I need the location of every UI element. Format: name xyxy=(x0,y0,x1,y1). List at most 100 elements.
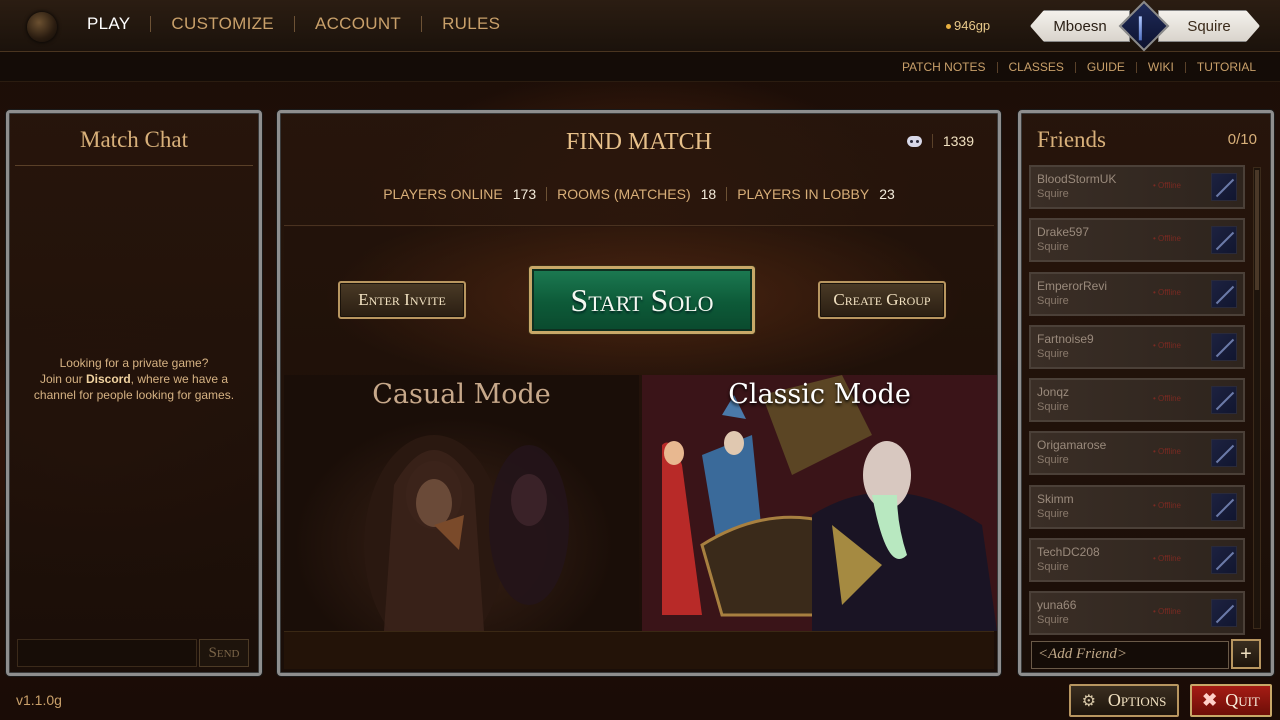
friend-status: • Offline xyxy=(1153,500,1182,510)
match-chat-panel: Match Chat Looking for a private game? J… xyxy=(6,110,262,676)
discord-icon xyxy=(906,135,922,147)
discord-count-value: 1339 xyxy=(942,133,974,149)
version-label: v1.1.0g xyxy=(16,692,62,708)
find-match-title: FIND MATCH xyxy=(565,129,712,155)
profile-class[interactable]: Squire xyxy=(1158,10,1260,42)
chat-title: Match Chat xyxy=(80,127,188,152)
friend-item[interactable]: BloodStormUK Squire • Offline xyxy=(1029,165,1245,209)
friends-panel: Friends 0/10 BloodStormUK Squire • Offli… xyxy=(1018,110,1274,676)
friend-class: Squire xyxy=(1037,401,1069,414)
classic-mode-title: Classic Mode xyxy=(728,379,911,410)
discord-member-count[interactable]: 1339 xyxy=(906,133,974,149)
friend-status: • Offline xyxy=(1153,394,1182,404)
nav-divider xyxy=(293,16,295,32)
create-group-button[interactable]: Create Group xyxy=(818,281,946,319)
casual-mode-card[interactable]: Casual Mode xyxy=(284,375,639,631)
logo-orb-icon[interactable] xyxy=(27,12,57,42)
chat-msg-line2-pre: Join our xyxy=(39,372,86,386)
start-solo-button[interactable]: Start Solo xyxy=(529,266,755,334)
chat-msg-line2-post: , where we have a xyxy=(130,372,229,386)
nav-divider xyxy=(150,16,152,32)
mode-bottom-bar xyxy=(284,631,994,669)
nav-customize[interactable]: CUSTOMIZE xyxy=(171,14,274,34)
friends-online-count: 0/10 xyxy=(1227,131,1257,148)
link-guide[interactable]: GUIDE xyxy=(1087,60,1125,74)
sub-nav: PATCH NOTES CLASSES GUIDE WIKI TUTORIAL xyxy=(902,60,1256,74)
scrollbar-thumb[interactable] xyxy=(1255,170,1259,290)
friends-list: BloodStormUK Squire • Offline Drake597 S… xyxy=(1029,165,1249,645)
friend-class: Squire xyxy=(1037,294,1069,307)
friend-class: Squire xyxy=(1037,507,1069,520)
sword-icon xyxy=(1211,492,1237,521)
main-nav: PLAY CUSTOMIZE ACCOUNT RULES xyxy=(87,14,500,34)
chat-msg-line2: Join our Discord, where we have a xyxy=(17,371,251,387)
friends-title: Friends xyxy=(1037,127,1106,152)
gear-icon: ⚙ xyxy=(1081,692,1096,710)
friend-class: Squire xyxy=(1037,241,1069,254)
sword-icon xyxy=(1211,546,1237,575)
classic-mode-art xyxy=(642,375,997,631)
classic-mode-card[interactable]: Classic Mode xyxy=(642,375,997,631)
top-bar: PLAY CUSTOMIZE ACCOUNT RULES 946gp Mboes… xyxy=(0,0,1280,52)
coin-icon xyxy=(946,24,951,30)
friend-class: Squire xyxy=(1037,614,1069,627)
link-tutorial[interactable]: TUTORIAL xyxy=(1197,60,1256,74)
friends-scrollbar[interactable] xyxy=(1253,167,1261,629)
friend-name: yuna66 xyxy=(1037,598,1077,613)
profile-plate[interactable]: Mboesn Squire xyxy=(1030,0,1260,52)
gold-balance: 946gp xyxy=(946,18,990,33)
friend-item[interactable]: Origamarose Squire • Offline xyxy=(1029,431,1245,476)
friend-name: TechDC208 xyxy=(1037,545,1100,560)
sword-blade xyxy=(1138,16,1142,41)
friend-item[interactable]: Skimm Squire • Offline xyxy=(1029,484,1245,529)
friend-item[interactable]: Jonqz Squire • Offline xyxy=(1029,378,1245,423)
friend-status: • Offline xyxy=(1153,234,1182,244)
friend-status-text: Offline xyxy=(1158,181,1182,190)
discord-divider xyxy=(931,134,933,148)
friend-status-text: Offline xyxy=(1158,500,1182,510)
quit-button[interactable]: ✖ Quit xyxy=(1190,684,1272,717)
subnav-divider xyxy=(1184,61,1186,73)
friend-name: Fartnoise9 xyxy=(1037,331,1094,346)
friend-item[interactable]: yuna66 Squire • Offline xyxy=(1029,591,1245,636)
subnav-divider xyxy=(1135,61,1137,73)
add-friend-button[interactable]: + xyxy=(1231,639,1261,669)
options-button[interactable]: ⚙ Options xyxy=(1069,684,1179,717)
find-match-panel: FIND MATCH 1339 PLAYERS ONLINE 173 ROOMS… xyxy=(277,110,1001,676)
link-patch-notes[interactable]: PATCH NOTES xyxy=(902,60,986,74)
friend-item[interactable]: TechDC208 Squire • Offline xyxy=(1029,538,1245,583)
server-stats: PLAYERS ONLINE 173 ROOMS (MATCHES) 18 PL… xyxy=(280,186,998,202)
friend-item[interactable]: EmperorRevi Squire • Offline xyxy=(1029,271,1245,316)
friend-status-text: Offline xyxy=(1158,340,1182,350)
players-lobby-value: 23 xyxy=(879,186,895,202)
send-button[interactable]: Send xyxy=(199,639,249,667)
profile-name[interactable]: Mboesn xyxy=(1030,10,1130,42)
link-wiki[interactable]: WIKI xyxy=(1148,60,1174,74)
friend-status-text: Offline xyxy=(1158,394,1182,404)
sword-icon xyxy=(1211,439,1237,468)
nav-rules[interactable]: RULES xyxy=(442,14,500,34)
nav-account[interactable]: ACCOUNT xyxy=(315,14,401,34)
casual-mode-art xyxy=(364,435,569,631)
friend-item[interactable]: Drake597 Squire • Offline xyxy=(1029,218,1245,263)
discord-link[interactable]: Discord xyxy=(86,372,131,386)
friend-status: • Offline xyxy=(1153,340,1182,350)
players-online-value: 173 xyxy=(512,186,537,202)
friend-status: • Offline xyxy=(1153,287,1182,297)
options-label: Options xyxy=(1107,690,1167,710)
link-classes[interactable]: CLASSES xyxy=(1009,60,1064,74)
enter-invite-button[interactable]: Enter Invite xyxy=(338,281,466,319)
players-lobby-label: PLAYERS IN LOBBY xyxy=(737,186,870,202)
friend-status: • Offline xyxy=(1153,447,1182,457)
friend-item[interactable]: Fartnoise9 Squire • Offline xyxy=(1029,324,1245,369)
friend-status: • Offline xyxy=(1153,554,1182,564)
friend-name: EmperorRevi xyxy=(1037,278,1108,293)
nav-play[interactable]: PLAY xyxy=(87,14,130,34)
sword-icon xyxy=(1211,173,1237,201)
sword-icon xyxy=(1211,332,1237,361)
sub-bar: PATCH NOTES CLASSES GUIDE WIKI TUTORIAL xyxy=(0,52,1280,82)
sword-icon[interactable] xyxy=(1118,0,1170,52)
friend-class: Squire xyxy=(1037,347,1069,360)
chat-input[interactable] xyxy=(17,639,197,667)
add-friend-input[interactable]: <Add Friend> xyxy=(1031,641,1229,669)
